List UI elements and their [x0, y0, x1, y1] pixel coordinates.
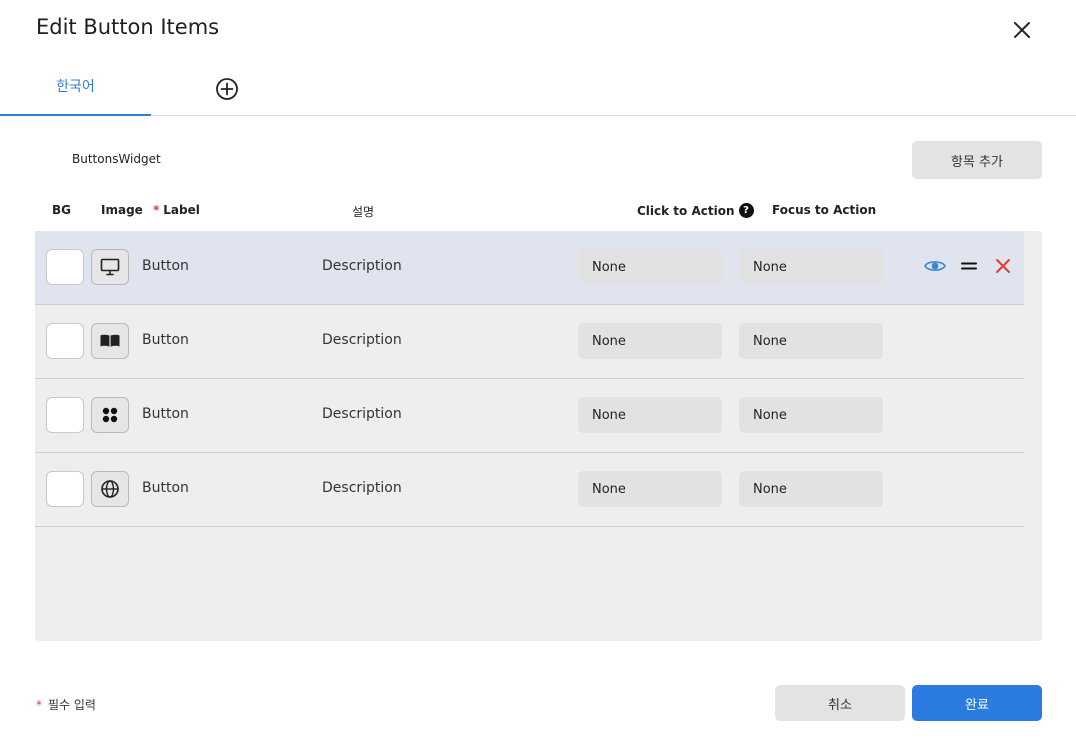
list-item[interactable]: Button Description None None — [35, 305, 1024, 379]
delete-button[interactable] — [992, 255, 1014, 277]
image-picker-button[interactable] — [91, 323, 129, 359]
click-action-select[interactable]: None — [578, 323, 722, 359]
add-language-button[interactable] — [214, 76, 240, 102]
dialog-title: Edit Button Items — [36, 15, 220, 39]
item-label[interactable]: Button — [142, 480, 189, 496]
apps-icon — [102, 407, 118, 423]
column-header-image: Image — [101, 203, 143, 217]
item-label[interactable]: Button — [142, 258, 189, 274]
focus-action-select[interactable]: None — [739, 249, 883, 285]
button-items-list: Button Description None None Button Desc… — [35, 231, 1042, 641]
click-action-select[interactable]: None — [578, 471, 722, 507]
click-action-select[interactable]: None — [578, 397, 722, 433]
focus-action-select[interactable]: None — [739, 323, 883, 359]
close-button[interactable] — [1008, 16, 1036, 44]
tab-korean[interactable]: 한국어 — [0, 64, 151, 116]
image-picker-button[interactable] — [91, 249, 129, 285]
focus-action-select[interactable]: None — [739, 397, 883, 433]
close-icon — [1014, 22, 1030, 38]
cancel-button[interactable]: 취소 — [775, 685, 905, 721]
plus-circle-icon — [216, 78, 238, 100]
help-icon[interactable]: ? — [738, 203, 754, 218]
required-note: * 필수 입력 — [36, 698, 96, 712]
item-description[interactable]: Description — [322, 480, 402, 496]
column-header-description: 설명 — [352, 205, 375, 219]
list-item[interactable]: Button Description None None — [35, 453, 1024, 527]
image-picker-button[interactable] — [91, 471, 129, 507]
done-button[interactable]: 완료 — [912, 685, 1042, 721]
reorder-handle[interactable] — [958, 255, 980, 277]
column-header-label: * Label — [153, 203, 200, 217]
image-picker-button[interactable] — [91, 397, 129, 433]
item-description[interactable]: Description — [322, 258, 402, 274]
item-description[interactable]: Description — [322, 332, 402, 348]
column-header-click-action: Click to Action ? — [637, 203, 754, 218]
globe-icon — [101, 480, 119, 498]
bg-color-swatch[interactable] — [46, 249, 84, 285]
widget-name: ButtonsWidget — [72, 152, 161, 166]
row-actions — [924, 255, 1014, 277]
item-description[interactable]: Description — [322, 406, 402, 422]
bg-color-swatch[interactable] — [46, 397, 84, 433]
monitor-icon — [100, 258, 120, 276]
book-icon — [100, 334, 120, 347]
visibility-button[interactable] — [924, 255, 946, 277]
column-header-bg: BG — [52, 203, 71, 217]
eye-icon — [924, 261, 946, 271]
item-label[interactable]: Button — [142, 332, 189, 348]
item-label[interactable]: Button — [142, 406, 189, 422]
language-tabs: 한국어 — [0, 64, 1076, 116]
drag-handle-icon — [961, 262, 977, 270]
focus-action-select[interactable]: None — [739, 471, 883, 507]
add-item-button[interactable]: 항목 추가 — [912, 141, 1042, 179]
required-mark: * — [153, 203, 160, 217]
delete-icon — [996, 259, 1010, 273]
column-header-focus-action: Focus to Action — [772, 203, 877, 217]
bg-color-swatch[interactable] — [46, 471, 84, 507]
click-action-select[interactable]: None — [578, 249, 722, 285]
list-item[interactable]: Button Description None None — [35, 231, 1024, 305]
required-mark: * — [36, 698, 42, 712]
bg-color-swatch[interactable] — [46, 323, 84, 359]
list-item[interactable]: Button Description None None — [35, 379, 1024, 453]
